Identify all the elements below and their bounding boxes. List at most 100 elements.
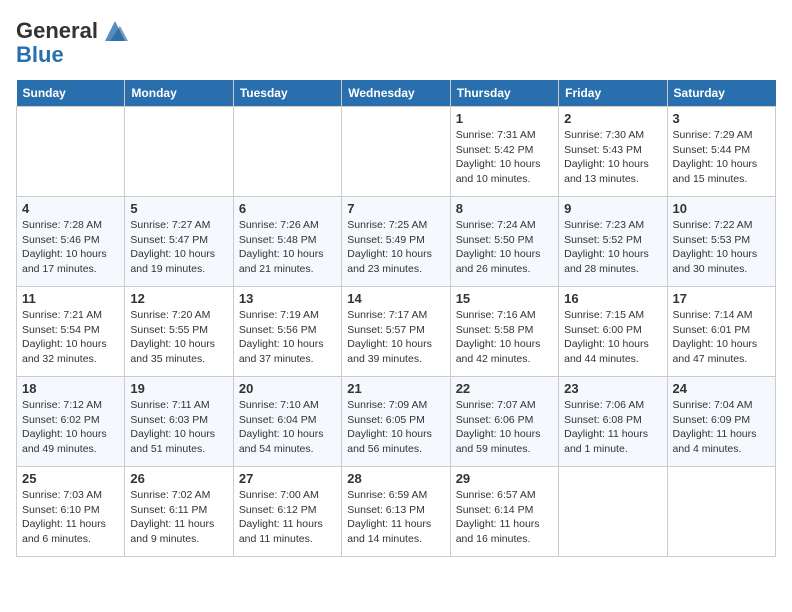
day-number: 17 bbox=[673, 291, 770, 306]
day-cell: 19Sunrise: 7:11 AMSunset: 6:03 PMDayligh… bbox=[125, 377, 233, 467]
day-cell: 25 Sunrise: 7:03 AMSunset: 6:10 PMDayligh… bbox=[17, 467, 125, 557]
day-number: 9 bbox=[564, 201, 661, 216]
day-number: 25 bbox=[22, 471, 119, 486]
day-cell: 21Sunrise: 7:09 AMSunset: 6:05 PMDayligh… bbox=[342, 377, 450, 467]
logo: General Blue bbox=[16, 16, 130, 68]
day-info: Sunrise: 7:29 AMSunset: 5:44 PMDaylight:… bbox=[673, 128, 770, 187]
day-number: 16 bbox=[564, 291, 661, 306]
day-info: Sunrise: 7:27 AMSunset: 5:47 PMDaylight:… bbox=[130, 218, 227, 277]
day-number: 26 bbox=[130, 471, 227, 486]
week-row-3: 11Sunrise: 7:21 AMSunset: 5:54 PMDayligh… bbox=[17, 287, 776, 377]
day-cell bbox=[125, 107, 233, 197]
day-info: Sunrise: 6:57 AMSunset: 6:14 PMDaylight:… bbox=[456, 488, 553, 547]
day-cell: 18 Sunrise: 7:12 AMSunset: 6:02 PMDayligh… bbox=[17, 377, 125, 467]
day-number: 4 bbox=[22, 201, 119, 216]
day-cell: 6Sunrise: 7:26 AMSunset: 5:48 PMDaylight… bbox=[233, 197, 341, 287]
day-cell: 15 Sunrise: 7:16 AMSunset: 5:58 PMDayligh… bbox=[450, 287, 558, 377]
day-number: 22 bbox=[456, 381, 553, 396]
day-info: Sunrise: 7:20 AMSunset: 5:55 PMDaylight:… bbox=[130, 308, 227, 367]
day-number: 20 bbox=[239, 381, 336, 396]
day-cell: 11Sunrise: 7:21 AMSunset: 5:54 PMDayligh… bbox=[17, 287, 125, 377]
day-info: Sunrise: 7:19 AMSunset: 5:56 PMDaylight:… bbox=[239, 308, 336, 367]
day-cell: 23 Sunrise: 7:06 AMSunset: 6:08 PMDayligh… bbox=[559, 377, 667, 467]
day-info: Sunrise: 7:12 AMSunset: 6:02 PMDaylight:… bbox=[22, 398, 119, 457]
day-cell: 4 Sunrise: 7:28 AMSunset: 5:46 PMDaylight… bbox=[17, 197, 125, 287]
day-info: Sunrise: 7:04 AMSunset: 6:09 PMDaylight:… bbox=[673, 398, 770, 457]
day-info: Sunrise: 7:03 AMSunset: 6:10 PMDaylight:… bbox=[22, 488, 119, 547]
day-cell bbox=[667, 467, 775, 557]
day-info: Sunrise: 6:59 AMSunset: 6:13 PMDaylight:… bbox=[347, 488, 444, 547]
day-info: Sunrise: 7:31 AMSunset: 5:42 PMDaylight:… bbox=[456, 128, 553, 187]
day-info: Sunrise: 7:26 AMSunset: 5:48 PMDaylight:… bbox=[239, 218, 336, 277]
day-info: Sunrise: 7:28 AMSunset: 5:46 PMDaylight:… bbox=[22, 218, 119, 277]
day-cell: 5Sunrise: 7:27 AMSunset: 5:47 PMDaylight… bbox=[125, 197, 233, 287]
day-info: Sunrise: 7:25 AMSunset: 5:49 PMDaylight:… bbox=[347, 218, 444, 277]
day-number: 8 bbox=[456, 201, 553, 216]
day-number: 21 bbox=[347, 381, 444, 396]
day-number: 15 bbox=[456, 291, 553, 306]
day-info: Sunrise: 7:21 AMSunset: 5:54 PMDaylight:… bbox=[22, 308, 119, 367]
day-number: 12 bbox=[130, 291, 227, 306]
day-number: 23 bbox=[564, 381, 661, 396]
col-header-friday: Friday bbox=[559, 80, 667, 107]
week-row-5: 25 Sunrise: 7:03 AMSunset: 6:10 PMDayligh… bbox=[17, 467, 776, 557]
col-header-tuesday: Tuesday bbox=[233, 80, 341, 107]
logo-icon bbox=[100, 16, 130, 46]
day-cell: 27Sunrise: 7:00 AMSunset: 6:12 PMDayligh… bbox=[233, 467, 341, 557]
day-cell: 1 Sunrise: 7:31 AMSunset: 5:42 PMDaylight… bbox=[450, 107, 558, 197]
day-cell: 3 Sunrise: 7:29 AMSunset: 5:44 PMDaylight… bbox=[667, 107, 775, 197]
day-number: 13 bbox=[239, 291, 336, 306]
day-info: Sunrise: 7:24 AMSunset: 5:50 PMDaylight:… bbox=[456, 218, 553, 277]
calendar-table: SundayMondayTuesdayWednesdayThursdayFrid… bbox=[16, 80, 776, 557]
day-cell bbox=[17, 107, 125, 197]
day-info: Sunrise: 7:07 AMSunset: 6:06 PMDaylight:… bbox=[456, 398, 553, 457]
day-number: 19 bbox=[130, 381, 227, 396]
day-number: 10 bbox=[673, 201, 770, 216]
col-header-monday: Monday bbox=[125, 80, 233, 107]
day-info: Sunrise: 7:16 AMSunset: 5:58 PMDaylight:… bbox=[456, 308, 553, 367]
day-info: Sunrise: 7:17 AMSunset: 5:57 PMDaylight:… bbox=[347, 308, 444, 367]
day-number: 14 bbox=[347, 291, 444, 306]
week-row-4: 18 Sunrise: 7:12 AMSunset: 6:02 PMDayligh… bbox=[17, 377, 776, 467]
day-cell bbox=[233, 107, 341, 197]
day-cell: 12 Sunrise: 7:20 AMSunset: 5:55 PMDayligh… bbox=[125, 287, 233, 377]
day-number: 29 bbox=[456, 471, 553, 486]
header-row: SundayMondayTuesdayWednesdayThursdayFrid… bbox=[17, 80, 776, 107]
day-cell: 22 Sunrise: 7:07 AMSunset: 6:06 PMDayligh… bbox=[450, 377, 558, 467]
day-info: Sunrise: 7:30 AMSunset: 5:43 PMDaylight:… bbox=[564, 128, 661, 187]
day-number: 1 bbox=[456, 111, 553, 126]
day-info: Sunrise: 7:06 AMSunset: 6:08 PMDaylight:… bbox=[564, 398, 661, 457]
col-header-sunday: Sunday bbox=[17, 80, 125, 107]
day-cell: 9Sunrise: 7:23 AMSunset: 5:52 PMDaylight… bbox=[559, 197, 667, 287]
day-cell: 20 Sunrise: 7:10 AMSunset: 6:04 PMDayligh… bbox=[233, 377, 341, 467]
week-row-1: 1 Sunrise: 7:31 AMSunset: 5:42 PMDaylight… bbox=[17, 107, 776, 197]
day-cell: 28 Sunrise: 6:59 AMSunset: 6:13 PMDayligh… bbox=[342, 467, 450, 557]
day-cell: 29 Sunrise: 6:57 AMSunset: 6:14 PMDayligh… bbox=[450, 467, 558, 557]
page-header: General Blue bbox=[16, 16, 776, 68]
day-cell: 13 Sunrise: 7:19 AMSunset: 5:56 PMDayligh… bbox=[233, 287, 341, 377]
col-header-saturday: Saturday bbox=[667, 80, 775, 107]
day-cell: 26 Sunrise: 7:02 AMSunset: 6:11 PMDayligh… bbox=[125, 467, 233, 557]
day-info: Sunrise: 7:10 AMSunset: 6:04 PMDaylight:… bbox=[239, 398, 336, 457]
day-cell bbox=[559, 467, 667, 557]
day-cell: 24Sunrise: 7:04 AMSunset: 6:09 PMDayligh… bbox=[667, 377, 775, 467]
day-number: 2 bbox=[564, 111, 661, 126]
day-info: Sunrise: 7:02 AMSunset: 6:11 PMDaylight:… bbox=[130, 488, 227, 547]
logo-text: General bbox=[16, 18, 98, 44]
day-number: 18 bbox=[22, 381, 119, 396]
day-cell: 7 Sunrise: 7:25 AMSunset: 5:49 PMDaylight… bbox=[342, 197, 450, 287]
day-info: Sunrise: 7:15 AMSunset: 6:00 PMDaylight:… bbox=[564, 308, 661, 367]
day-cell: 16 Sunrise: 7:15 AMSunset: 6:00 PMDayligh… bbox=[559, 287, 667, 377]
day-cell: 2 Sunrise: 7:30 AMSunset: 5:43 PMDaylight… bbox=[559, 107, 667, 197]
day-number: 7 bbox=[347, 201, 444, 216]
day-cell bbox=[342, 107, 450, 197]
day-number: 28 bbox=[347, 471, 444, 486]
day-number: 27 bbox=[239, 471, 336, 486]
day-info: Sunrise: 7:14 AMSunset: 6:01 PMDaylight:… bbox=[673, 308, 770, 367]
day-cell: 8 Sunrise: 7:24 AMSunset: 5:50 PMDaylight… bbox=[450, 197, 558, 287]
week-row-2: 4 Sunrise: 7:28 AMSunset: 5:46 PMDaylight… bbox=[17, 197, 776, 287]
day-number: 3 bbox=[673, 111, 770, 126]
day-info: Sunrise: 7:22 AMSunset: 5:53 PMDaylight:… bbox=[673, 218, 770, 277]
day-cell: 14 Sunrise: 7:17 AMSunset: 5:57 PMDayligh… bbox=[342, 287, 450, 377]
day-cell: 10 Sunrise: 7:22 AMSunset: 5:53 PMDayligh… bbox=[667, 197, 775, 287]
